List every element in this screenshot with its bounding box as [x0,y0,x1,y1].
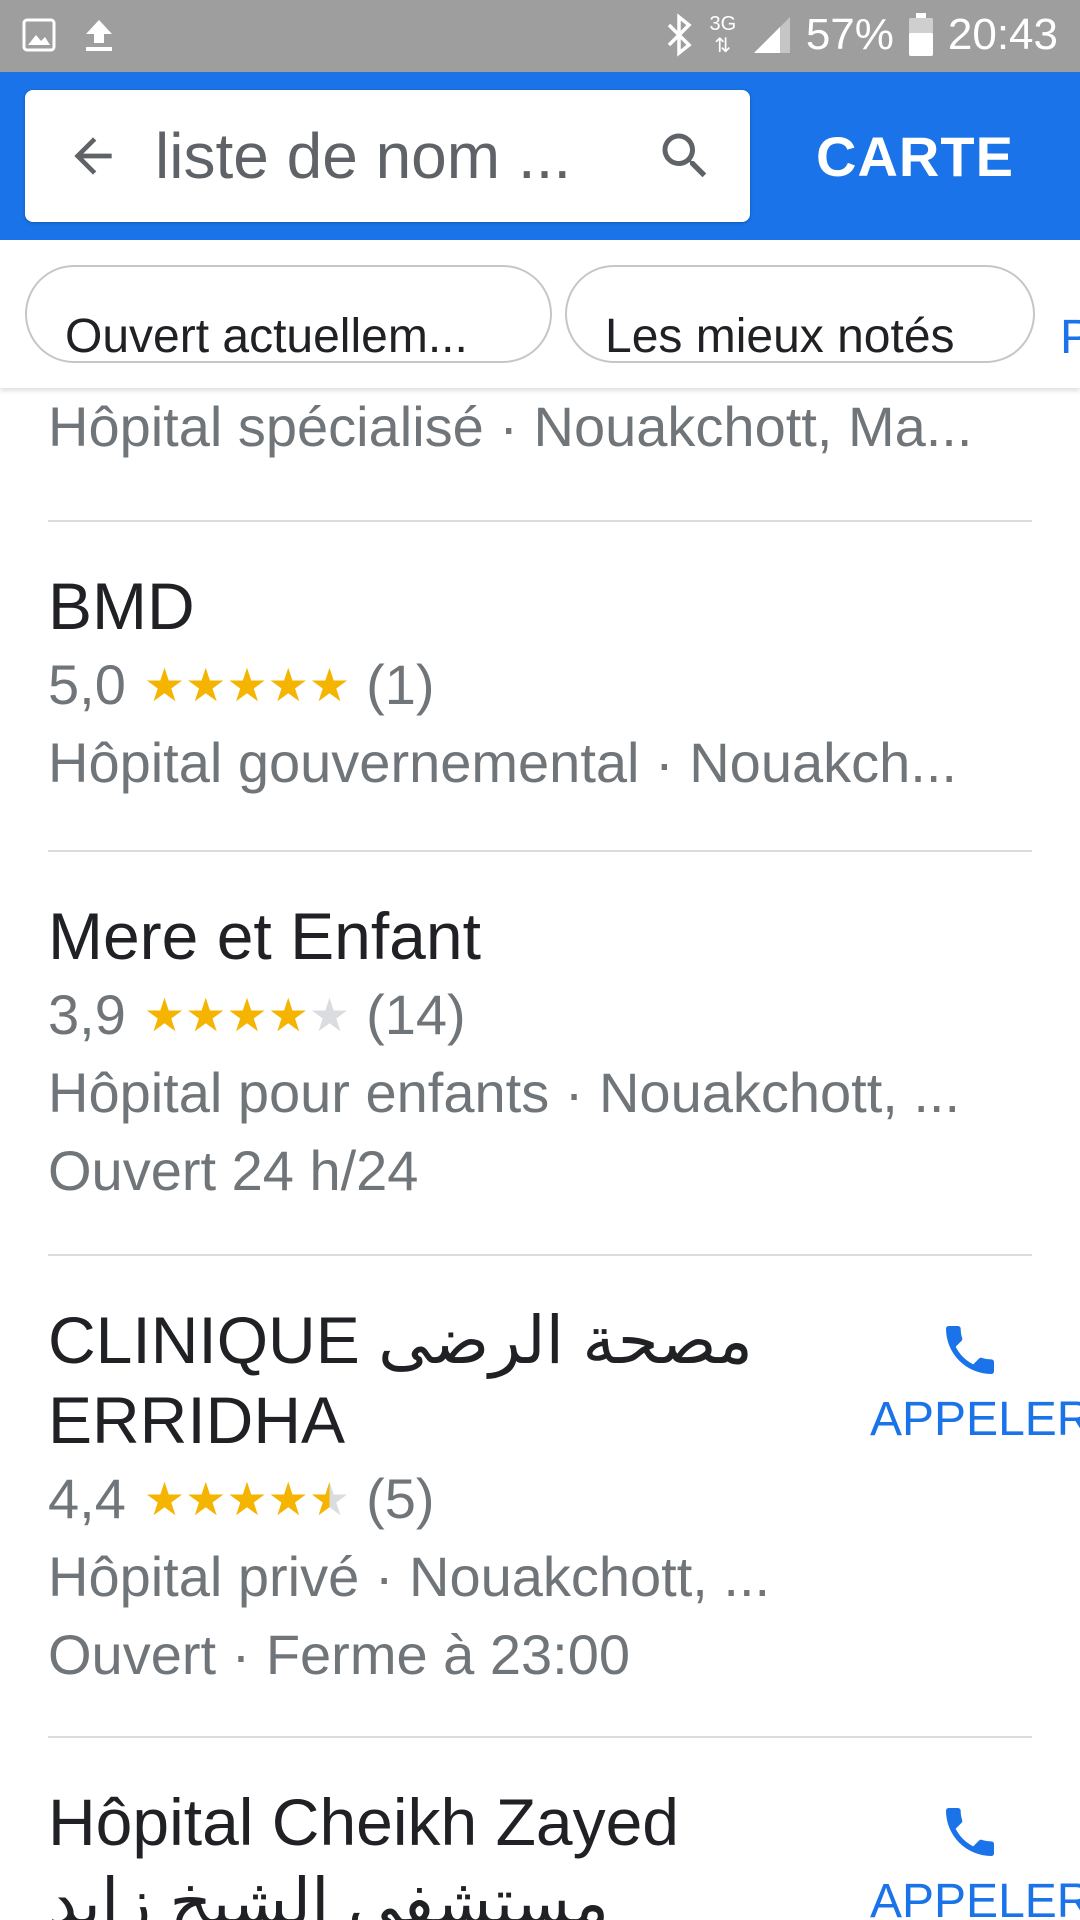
search-icon[interactable] [655,126,715,186]
star-empty-icon: ★ [308,989,351,1041]
chip-open-now[interactable]: Ouvert actuellem... [25,265,552,363]
chip-label: Ouvert actuellem... [65,310,468,363]
rating-row: 5,0 ★ ★ ★ ★ ★ (1) [48,646,1048,724]
star-full-icon: ★ [267,659,309,711]
rating-row: 4,4 ★ ★ ★ ★ ★ (5) [48,1460,848,1538]
star-full-icon: ★ [143,989,186,1041]
chip-top-rated[interactable]: Les mieux notés [565,265,1035,363]
filter-chips: Ouvert actuellem... Les mieux notés P [0,240,1080,388]
divider [48,520,1032,522]
divider [48,1254,1032,1256]
battery-percent: 57% [805,10,894,59]
result-name-line1: CLINIQUE مصحة الرضى [48,1303,753,1377]
battery-icon [908,13,933,56]
star-full-icon: ★ [143,1473,186,1525]
star-half-icon: ★ [308,1473,351,1525]
search-input[interactable]: liste de nom ... [155,118,645,194]
result-name-line1: Hôpital Cheikh Zayed [48,1785,679,1859]
map-button[interactable]: CARTE [795,112,1035,200]
result-category: Hôpital privé · Nouakchott, ... [48,1545,771,1608]
review-count: (5) [366,1467,435,1530]
result-category: Hôpital gouvernemental · Nouakch... [48,731,957,794]
signal-icon [753,17,790,53]
rating-row: 3,9 ★ ★ ★ ★ ★ (14) [48,976,1048,1054]
chip-label: Les mieux notés [605,310,955,363]
chip-more[interactable]: P [1060,310,1080,365]
results-list: Hôpital spécialisé · Nouakchott, Ma... B… [0,388,1080,1920]
star-full-icon: ★ [185,989,227,1041]
network-label: 3G [709,13,737,35]
result-hours: Ouvert 24 h/24 [48,1139,419,1202]
result-category: Hôpital spécialisé · Nouakchott, Ma... [48,395,973,458]
divider [48,850,1032,852]
star-full-icon: ★ [143,659,186,711]
call-label: APPELER [870,1393,1080,1446]
star-full-icon: ★ [226,989,268,1041]
review-count: (1) [366,653,435,716]
image-icon [22,18,56,52]
rating-value: 5,0 [48,653,126,716]
result-name-line2: ERRIDHA [48,1383,346,1457]
star-full-icon: ★ [308,659,351,711]
star-full-icon: ★ [267,1473,309,1525]
star-full-icon: ★ [185,659,227,711]
app-header: liste de nom ... CARTE [0,72,1080,240]
upload-icon [86,20,112,51]
bluetooth-icon [667,13,692,57]
star-rating: ★ ★ ★ ★ ★ [144,1476,350,1522]
phone-icon [946,1808,994,1856]
search-box[interactable]: liste de nom ... [25,90,750,222]
network-3g-icon: 3G ⇅ [709,13,737,57]
clock: 20:43 [947,10,1058,59]
call-button[interactable]: APPELER [870,1318,1080,1448]
result-hours: Ouvert · Ferme à 23:00 [48,1623,631,1686]
call-button[interactable]: APPELER [870,1800,1080,1920]
rating-value: 4,4 [48,1467,126,1530]
result-name-line2: مستشفى الشيخ زايد [48,1865,610,1920]
star-full-icon: ★ [267,989,309,1041]
result-name: BMD [48,569,195,643]
result-category: Hôpital pour enfants · Nouakchott, ... [48,1061,961,1124]
star-rating: ★ ★ ★ ★ ★ [144,662,350,708]
star-full-icon: ★ [226,1473,268,1525]
star-full-icon: ★ [226,659,268,711]
review-count: (14) [366,983,466,1046]
star-full-icon: ★ [185,1473,227,1525]
star-rating: ★ ★ ★ ★ ★ [144,992,350,1038]
divider [48,1736,1032,1738]
arrow-back-icon[interactable] [65,128,121,184]
status-bar: 3G ⇅ 57% 20:43 [0,0,1080,72]
phone-icon [946,1326,994,1374]
result-name: Mere et Enfant [48,899,481,973]
rating-value: 3,9 [48,983,126,1046]
call-label: APPELER [870,1875,1080,1920]
